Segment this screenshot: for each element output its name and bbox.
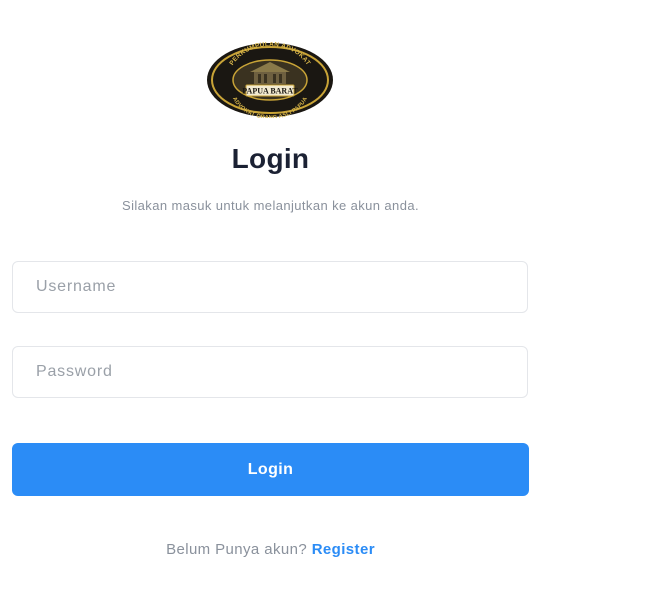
organization-logo: PERKUMPULAN ADVOKAT ADVOKAT ORANG ASLI P… <box>206 42 334 118</box>
username-input[interactable] <box>12 261 528 313</box>
logo-emblem: PERKUMPULAN ADVOKAT ADVOKAT ORANG ASLI P… <box>207 42 333 118</box>
register-link[interactable]: Register <box>312 541 375 558</box>
login-button[interactable]: Login <box>12 443 529 496</box>
register-prompt-line: Belum Punya akun? Register <box>0 541 541 558</box>
logo-banner-text: PAPUA BARAT <box>242 87 298 96</box>
password-input[interactable] <box>12 346 528 398</box>
page-subtitle: Silakan masuk untuk melanjutkan ke akun … <box>122 198 419 213</box>
login-page: PERKUMPULAN ADVOKAT ADVOKAT ORANG ASLI P… <box>0 0 648 592</box>
register-prompt-text: Belum Punya akun? <box>166 541 308 558</box>
page-title: Login <box>231 143 310 174</box>
